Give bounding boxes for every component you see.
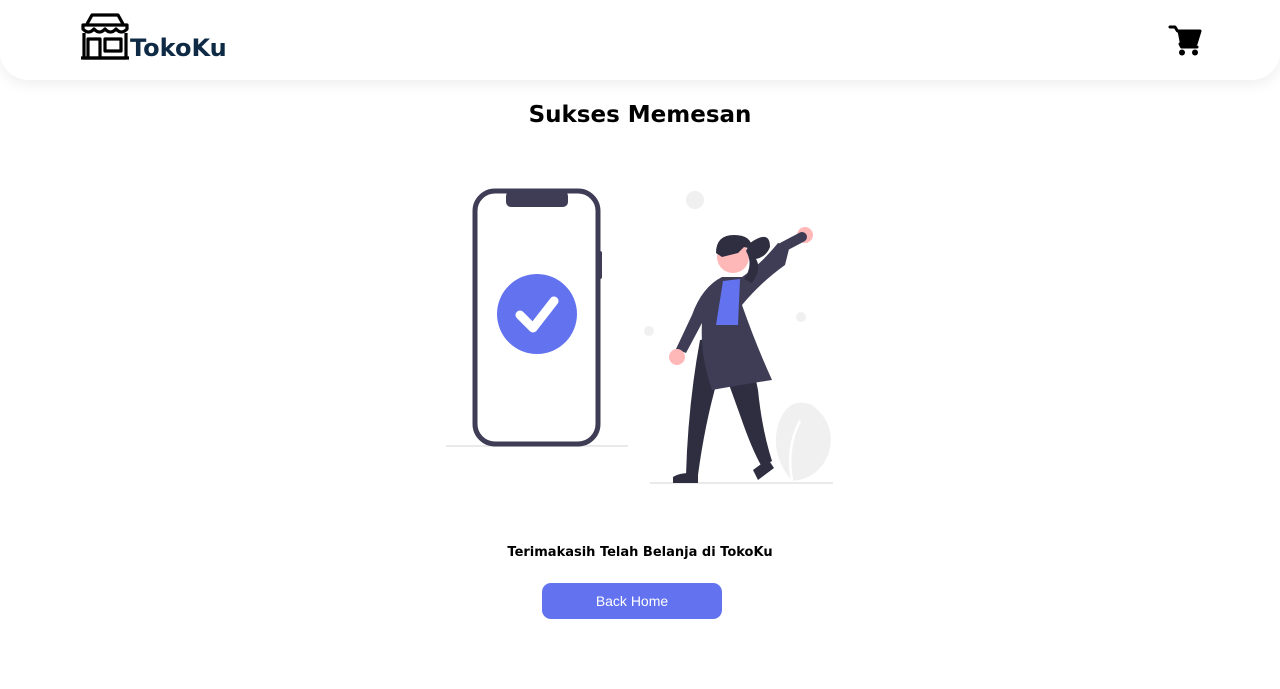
navbar: TokoKu [0, 0, 1280, 80]
brand-name: TokoKu [130, 34, 227, 62]
thank-you-message: Terimakasih Telah Belanja di TokoKu [507, 545, 773, 560]
back-home-button[interactable]: Back Home [542, 583, 722, 619]
order-success-illustration [440, 185, 840, 490]
store-icon [80, 12, 130, 60]
shopping-cart-icon [1168, 24, 1202, 58]
brand-link[interactable]: TokoKu [80, 12, 227, 60]
page-title: Sukses Memesan [528, 102, 752, 128]
cart-button[interactable] [1168, 24, 1202, 58]
